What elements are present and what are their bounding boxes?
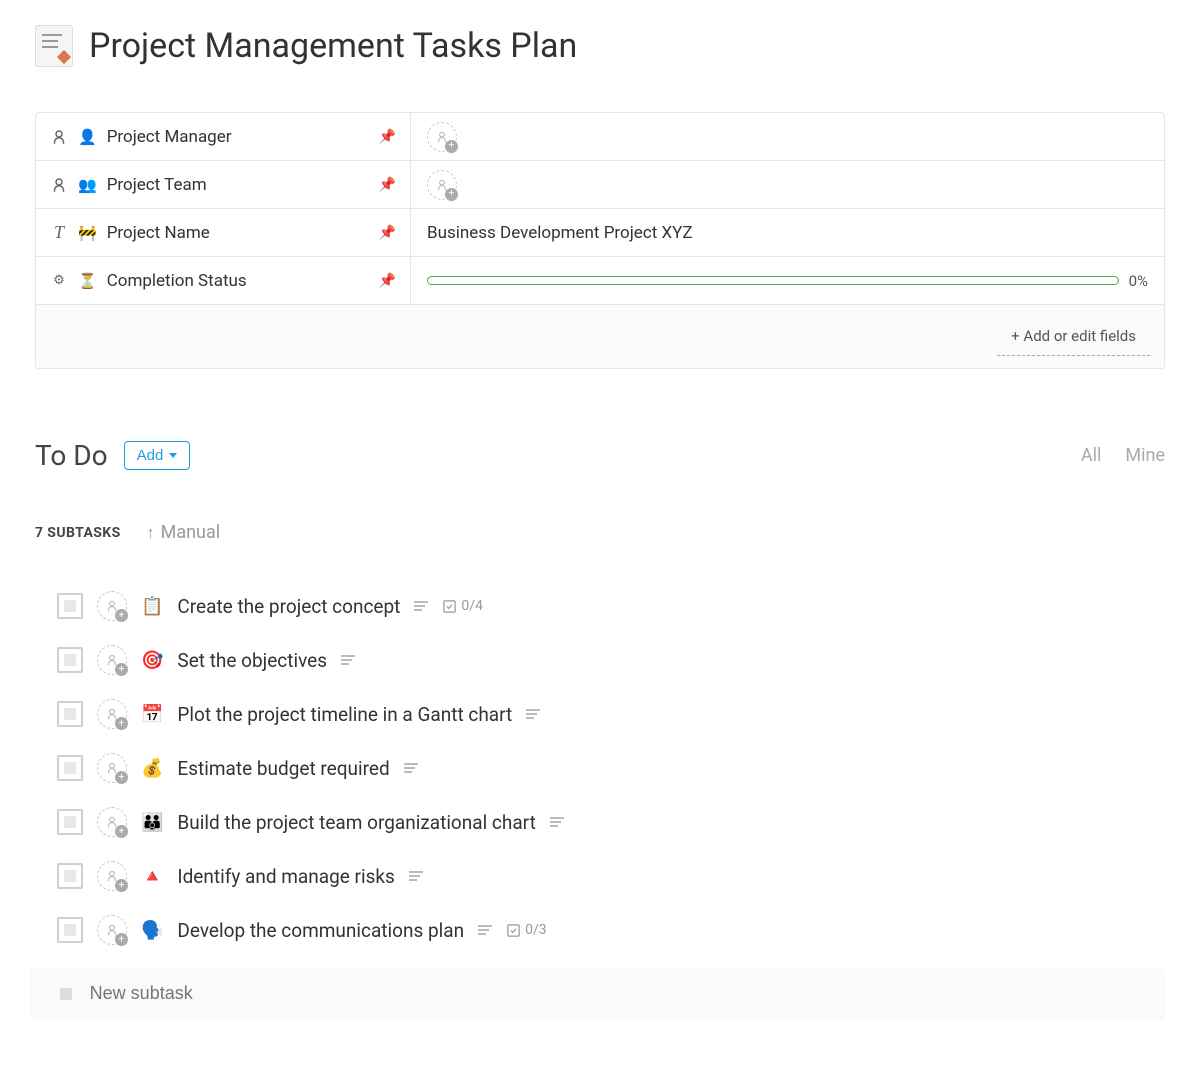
subtask-list: + 📋 Create the project concept 0/4 + 🎯 Set the… [35,579,1165,957]
team-emoji-icon: 👥 [78,176,97,194]
checkbox[interactable] [57,701,83,727]
task-emoji-icon: 📅 [141,704,163,725]
task-emoji-icon: 👪 [141,812,163,833]
filter-all-tab[interactable]: All [1081,445,1102,466]
field-row-completion-status[interactable]: ⚙ ⏳ Completion Status 📌 0% [36,257,1164,305]
add-edit-fields-button[interactable]: + Add or edit fields [997,317,1150,356]
subtask-row[interactable]: + 📋 Create the project concept 0/4 [57,579,1165,633]
task-title[interactable]: Develop the communications plan [177,919,464,942]
assign-person-icon[interactable]: + [97,699,127,729]
field-label: Project Manager [107,127,232,147]
task-title[interactable]: Build the project team organizational ch… [177,811,535,834]
field-row-project-team[interactable]: 👥 Project Team 📌 + [36,161,1164,209]
project-name-text: Business Development Project XYZ [427,223,693,243]
text-field-icon: T [50,224,68,242]
task-title[interactable]: Set the objectives [177,649,327,672]
construction-emoji-icon: 🚧 [78,224,97,242]
field-label: Completion Status [107,271,247,291]
task-title[interactable]: Create the project concept [177,595,400,618]
subtask-row[interactable]: + 🔺 Identify and manage risks [57,849,1165,903]
field-row-project-name[interactable]: T 🚧 Project Name 📌 Business Development … [36,209,1164,257]
checkbox[interactable] [57,809,83,835]
task-title[interactable]: Plot the project timeline in a Gantt cha… [177,703,512,726]
checkbox[interactable] [57,647,83,673]
fields-table: 👤 Project Manager 📌 + 👥 Project Team 📌 + [35,112,1165,369]
checkbox[interactable] [57,593,83,619]
new-subtask-row[interactable] [30,967,1165,1020]
checkbox[interactable] [57,917,83,943]
checkbox[interactable] [57,863,83,889]
assign-person-icon[interactable]: + [97,861,127,891]
subtask-count: 7 SUBTASKS [35,525,121,541]
checkbox-icon [60,988,72,1000]
subtask-row[interactable]: + 👪 Build the project team organizational … [57,795,1165,849]
new-subtask-input[interactable] [90,983,1135,1004]
checkbox[interactable] [57,755,83,781]
description-icon[interactable] [414,601,428,611]
field-value-completion-status: 0% [411,257,1164,304]
sort-label: Manual [161,522,221,543]
person-field-icon [50,176,68,194]
task-emoji-icon: 🗣️ [141,920,163,941]
description-icon[interactable] [409,871,423,881]
progress-text: 0% [1129,272,1148,290]
subtask-row[interactable]: + 📅 Plot the project timeline in a Gantt c… [57,687,1165,741]
assign-person-icon[interactable]: + [97,915,127,945]
assign-person-icon[interactable]: + [97,591,127,621]
person-field-icon [50,128,68,146]
page-title: Project Management Tasks Plan [89,26,577,66]
description-icon[interactable] [341,655,355,665]
checklist-count[interactable]: 0/4 [442,598,483,614]
task-emoji-icon: 🎯 [141,650,163,671]
hourglass-emoji-icon: ⏳ [78,272,97,290]
chevron-down-icon [169,453,177,458]
section-title: To Do [35,439,108,472]
field-value-project-manager[interactable]: + [411,113,1164,160]
add-person-icon[interactable]: + [427,122,457,152]
add-button-label: Add [137,447,164,464]
task-title[interactable]: Estimate budget required [177,757,389,780]
filter-mine-tab[interactable]: Mine [1125,445,1165,466]
pin-icon[interactable]: 📌 [379,273,396,289]
description-icon[interactable] [478,925,492,935]
assign-person-icon[interactable]: + [97,753,127,783]
task-emoji-icon: 🔺 [141,866,163,887]
field-label: Project Name [107,223,210,243]
add-button[interactable]: Add [124,441,191,470]
field-label: Project Team [107,175,207,195]
sort-button[interactable]: ↑ Manual [147,522,221,543]
add-person-icon[interactable]: + [427,170,457,200]
subtask-row[interactable]: + 🎯 Set the objectives [57,633,1165,687]
progress-bar [427,276,1119,285]
document-icon [35,25,73,67]
description-icon[interactable] [404,763,418,773]
arrow-up-icon: ↑ [147,523,155,543]
checklist-count[interactable]: 0/3 [506,922,547,938]
field-value-project-team[interactable]: + [411,161,1164,208]
assign-person-icon[interactable]: + [97,807,127,837]
task-title[interactable]: Identify and manage risks [177,865,394,888]
task-emoji-icon: 📋 [141,596,163,617]
field-row-project-manager[interactable]: 👤 Project Manager 📌 + [36,113,1164,161]
subtask-row[interactable]: + 🗣️ Develop the communications plan 0/3 [57,903,1165,957]
description-icon[interactable] [526,709,540,719]
subtask-row[interactable]: + 💰 Estimate budget required [57,741,1165,795]
task-emoji-icon: 💰 [141,758,163,779]
formula-field-icon: ⚙ [50,272,68,290]
field-value-project-name[interactable]: Business Development Project XYZ [411,209,1164,256]
pin-icon[interactable]: 📌 [379,225,396,241]
pin-icon[interactable]: 📌 [379,177,396,193]
pin-icon[interactable]: 📌 [379,129,396,145]
assign-person-icon[interactable]: + [97,645,127,675]
person-emoji-icon: 👤 [78,128,97,146]
description-icon[interactable] [550,817,564,827]
